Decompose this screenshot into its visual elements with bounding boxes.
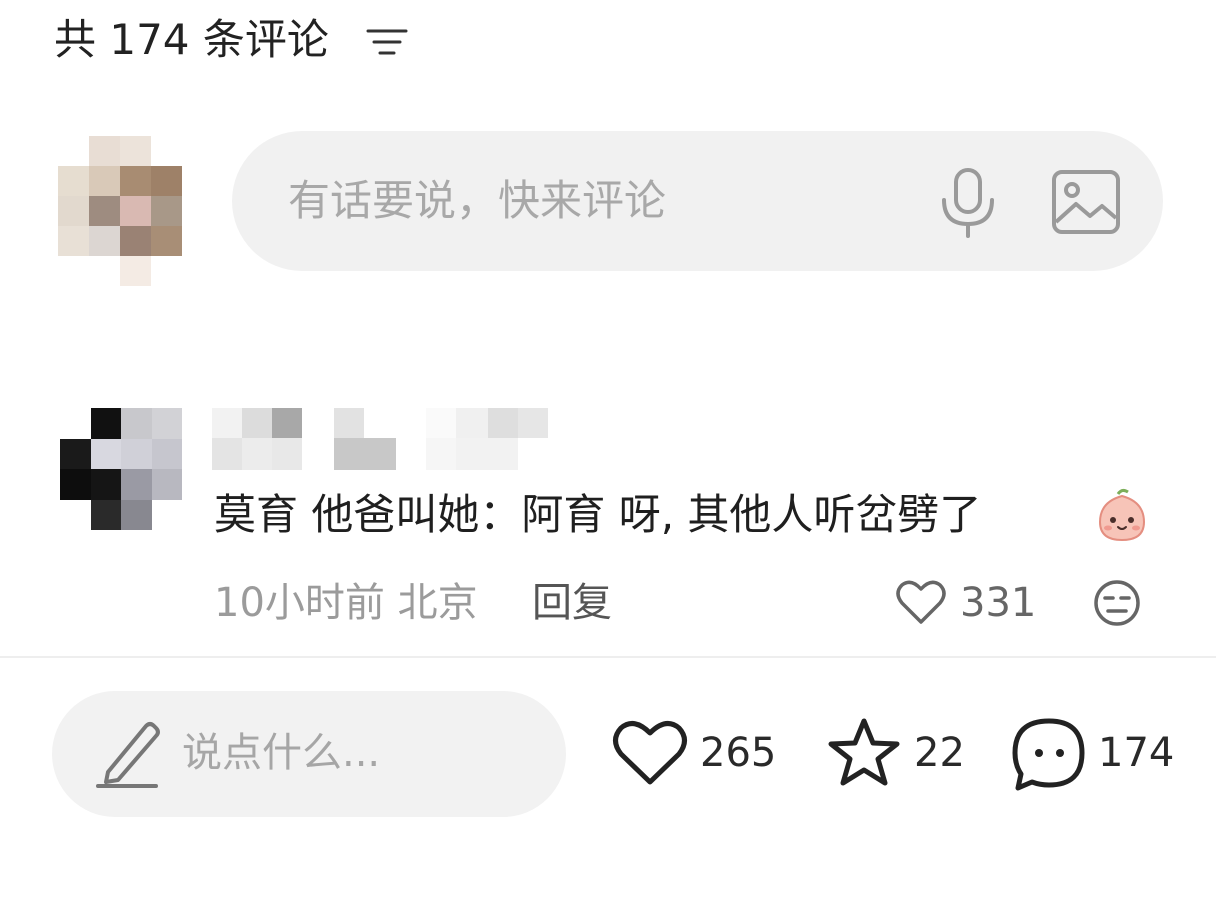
- bottom-input-placeholder: 说点什么...: [182, 730, 381, 776]
- comment-location: 北京: [397, 580, 478, 626]
- commenter-avatar[interactable]: [60, 408, 182, 530]
- my-avatar[interactable]: [58, 136, 182, 288]
- comment-input-placeholder: 有话要说，快来评论: [288, 176, 667, 225]
- image-icon[interactable]: [1050, 166, 1122, 238]
- divider: [0, 656, 1216, 658]
- comment-bubble-icon[interactable]: [1010, 716, 1088, 792]
- heart-icon[interactable]: [612, 718, 688, 788]
- comment-text: 莫育 他爸叫她：阿育 呀, 其他人听岔劈了: [214, 490, 982, 539]
- comment-count-title: 共 174 条评论: [54, 15, 329, 64]
- heart-icon[interactable]: [896, 578, 946, 626]
- sort-lines-icon[interactable]: [366, 26, 408, 58]
- smiling-peach-emoji-icon: [1098, 488, 1146, 542]
- microphone-icon[interactable]: [936, 166, 1000, 238]
- star-icon[interactable]: [826, 716, 902, 790]
- unhappy-face-icon[interactable]: [1092, 578, 1142, 628]
- comment-count: 174: [1098, 730, 1175, 776]
- comment-like-count: 331: [960, 580, 1037, 626]
- like-count: 265: [700, 730, 777, 776]
- pen-icon: [96, 722, 160, 788]
- comment-time: 10小时前: [214, 580, 385, 626]
- commenter-name-blurred[interactable]: [212, 408, 552, 470]
- comment-time-location: 10小时前 北京: [214, 576, 478, 630]
- reply-button[interactable]: 回复: [532, 576, 612, 630]
- star-count: 22: [914, 730, 965, 776]
